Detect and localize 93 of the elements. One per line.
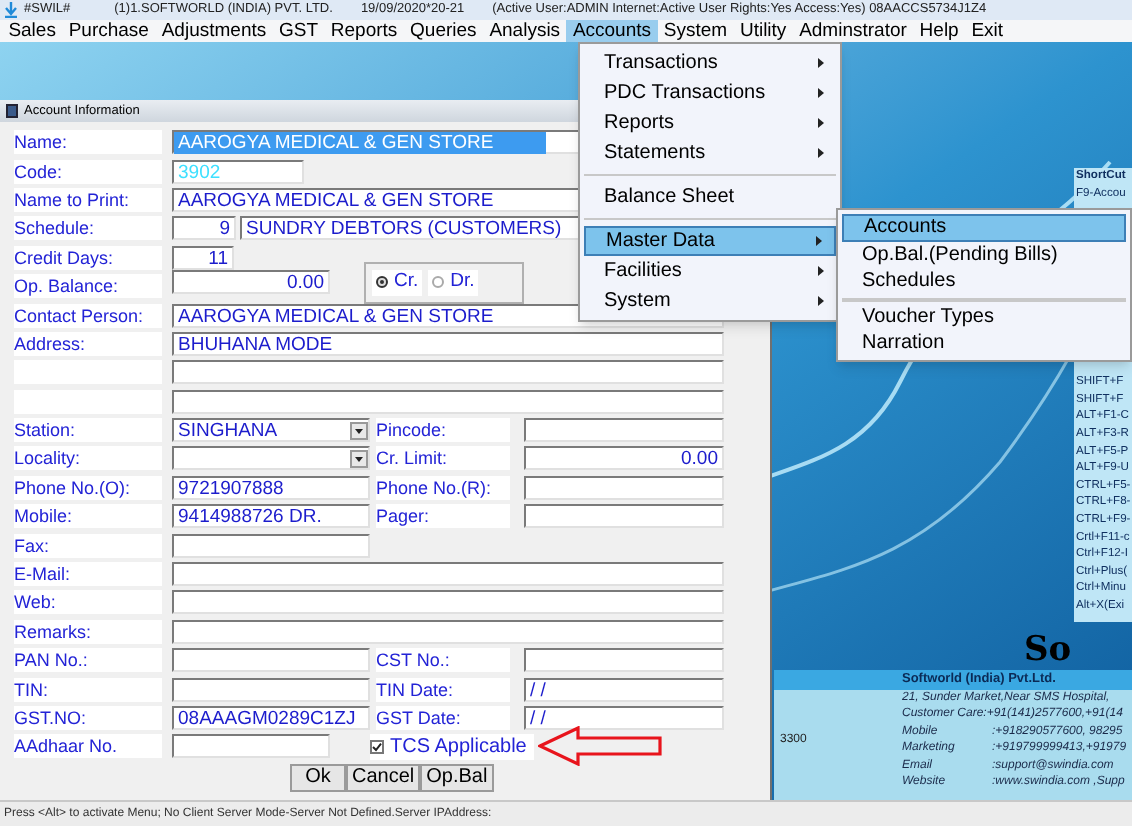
text-field[interactable] [524,648,724,673]
checkbox[interactable]: TCS Applicable [370,733,535,760]
field-label: Station: [14,418,162,443]
submenu-arrow-icon [818,58,824,68]
field-label: Address: [14,331,162,356]
menu-item[interactable]: Exit [965,20,1010,42]
field-label: Remarks: [14,619,162,644]
text-field[interactable]: 11 [172,245,234,270]
menu-item[interactable]: Reports [324,20,404,42]
field-label: GST Date: [376,706,510,730]
field-label: TIN: [14,677,162,702]
radio-option[interactable]: Dr. [428,269,479,296]
field-label: Phone No.(O): [14,475,162,500]
text-field[interactable] [172,562,724,587]
field-label: Cr. Limit: [376,446,510,471]
field-label: Code: [14,159,162,184]
dropdown-field[interactable] [172,446,370,471]
text-field[interactable] [172,734,330,759]
text-field[interactable] [524,475,724,500]
field-label: Web: [14,590,162,615]
menu-entry[interactable]: Facilities [584,256,836,286]
text-field[interactable] [172,677,370,702]
arrow-drawing [538,726,663,767]
text-field[interactable]: 0.00 [172,269,330,294]
menu-item[interactable]: System [657,20,734,42]
field-label: GST.NO: [14,706,162,730]
menu-entry[interactable]: Accounts [842,214,1126,241]
form-button[interactable]: Cancel [346,763,421,792]
field-label: Credit Days: [14,245,162,270]
menu-item[interactable]: Purchase [62,20,156,42]
form-button[interactable]: Op.Bal [420,763,494,792]
text-field[interactable]: 9 [172,216,236,241]
menu-entry[interactable]: Narration [842,329,1126,356]
date-field[interactable]: / / [524,677,724,702]
menu-entry[interactable]: Op.Bal.(Pending Bills) [842,241,1126,268]
date-field[interactable]: / / [524,706,724,730]
window-icon [6,104,18,118]
text-field[interactable]: 9721907888 [172,475,370,500]
text-field[interactable] [172,389,724,414]
menu-item[interactable]: Adminstrator [792,20,914,42]
text-field[interactable] [172,619,724,644]
field-label: Pincode: [376,418,510,443]
menu-entry[interactable]: Transactions [584,48,836,78]
checkbox-icon [370,739,384,754]
field-label: Contact Person: [14,303,162,328]
submenu-arrow-icon [818,118,824,128]
logo-text: So [1024,632,1072,668]
menu-entry[interactable]: Master Data [584,226,836,256]
form-button[interactable]: Ok [290,763,346,792]
field-label: Op. Balance: [14,274,162,299]
text-field[interactable]: BHUHANA MODE [172,331,724,356]
text-field[interactable]: 08AAAGM0289C1ZJ [172,706,370,730]
selected-text: AAROGYA MEDICAL & GEN STORE [174,132,546,155]
menu-entry[interactable]: PDC Transactions [584,78,836,108]
field-label: Pager: [376,504,510,529]
dropdown-field[interactable]: SINGHANA [172,418,370,443]
field-label: CST No.: [376,648,510,673]
field-label: E-Mail: [14,562,162,587]
menu-item[interactable]: Analysis [483,20,567,42]
field-label: Fax: [14,533,162,558]
text-field[interactable] [172,533,370,558]
submenu-arrow-icon [818,148,824,158]
text-field[interactable] [172,590,724,615]
text-field[interactable]: 9414988726 DR. [172,504,370,529]
field-label: Name to Print: [14,187,162,212]
field-label: AAdhaar No. [14,734,162,759]
app-icon [4,2,18,18]
field-label: Locality: [14,446,162,471]
menu-item[interactable]: GST [272,20,325,42]
radio-option[interactable]: Cr. [372,269,423,296]
field-label: Mobile: [14,504,162,529]
field-label: Phone No.(R): [376,475,510,500]
menu-item[interactable]: Utility [733,20,793,42]
menu-item[interactable]: Queries [403,20,483,42]
menu-item[interactable]: Adjustments [155,20,273,42]
menu-item[interactable]: Help [913,20,966,42]
submenu-arrow-icon [818,296,824,306]
menu-entry[interactable]: Voucher Types [842,297,1126,329]
menu-item[interactable]: Accounts [566,20,658,42]
menu-item[interactable]: Sales [2,20,63,42]
field-label: PAN No.: [14,648,162,673]
text-field[interactable]: 0.00 [524,446,724,471]
text-field[interactable] [524,504,724,529]
text-field[interactable] [172,360,724,385]
field-label: Schedule: [14,216,162,241]
submenu-arrow-icon [816,236,822,246]
text-field[interactable] [172,648,370,673]
submenu-arrow-icon [818,266,824,276]
field-label: TIN Date: [376,677,510,702]
submenu-arrow-icon [818,88,824,98]
text-field[interactable] [524,418,724,443]
field-label: Name: [14,130,162,155]
menu-entry[interactable]: Schedules [842,268,1126,295]
